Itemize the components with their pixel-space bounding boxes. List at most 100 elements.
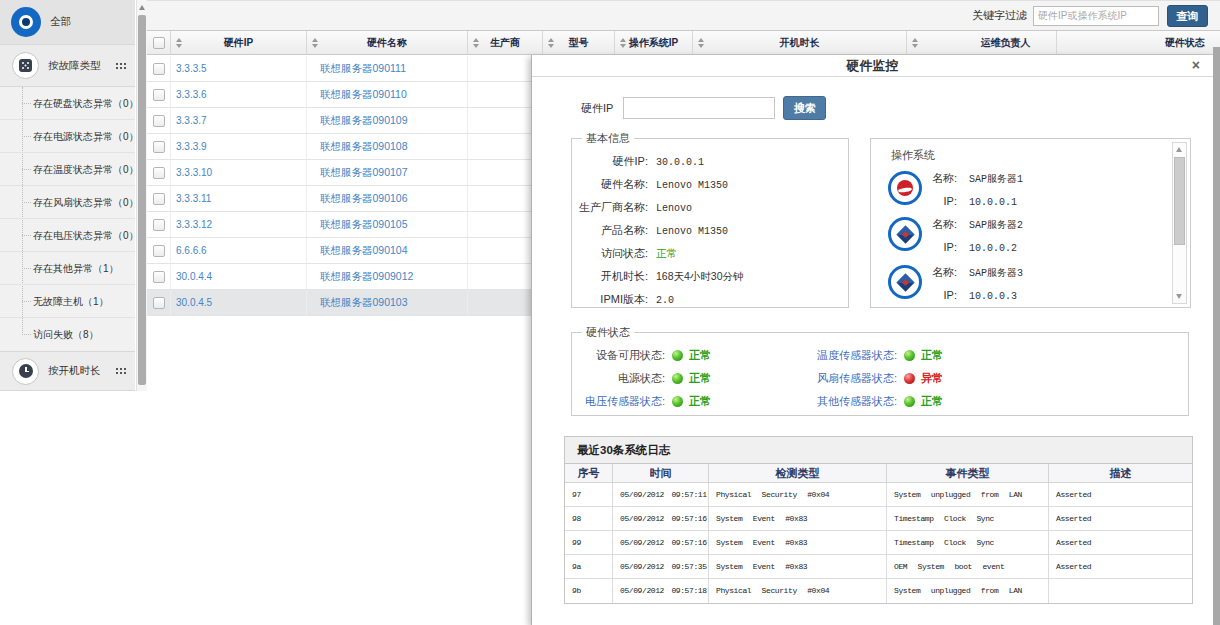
- sidebar-fault-item[interactable]: 存在其他异常（1）: [0, 252, 135, 285]
- hardware-ip-link[interactable]: 3.3.3.9: [176, 141, 207, 152]
- row-checkbox[interactable]: [147, 290, 171, 315]
- sidebar-item-label: 按开机时长: [48, 364, 101, 378]
- scroll-down-icon[interactable]: [1176, 294, 1182, 299]
- os-name-value: SAP服务器2: [969, 220, 1023, 231]
- hardware-name-link[interactable]: 联想服务器090104: [320, 244, 408, 258]
- sort-icon[interactable]: [548, 38, 555, 48]
- hardware-ip-link[interactable]: 3.3.3.6: [176, 89, 207, 100]
- os-name-value: SAP服务器3: [969, 268, 1023, 279]
- column-header-hardware-name[interactable]: 硬件名称: [307, 31, 468, 54]
- hardware-name-link[interactable]: 联想服务器090110: [320, 88, 407, 102]
- sidebar-fault-item[interactable]: 存在风扇状态异常（0）: [0, 186, 135, 219]
- sidebar-fault-item[interactable]: 存在硬盘状态异常（0）: [0, 87, 135, 120]
- hardware-ip-link[interactable]: 3.3.3.7: [176, 115, 207, 126]
- os-ip-value: 10.0.0.1: [969, 197, 1017, 208]
- row-checkbox[interactable]: [147, 56, 171, 81]
- column-header-model[interactable]: 型号: [543, 31, 615, 54]
- query-button[interactable]: 查询: [1167, 5, 1208, 27]
- scroll-up-icon[interactable]: [1176, 147, 1182, 152]
- search-button[interactable]: 搜索: [783, 96, 826, 120]
- hardware-ip-link[interactable]: 30.0.4.4: [176, 271, 212, 282]
- temperature-sensor-status: 温度传感器状态: 正常: [804, 344, 1036, 367]
- filter-input[interactable]: [1033, 6, 1159, 26]
- sidebar-scrollbar-thumb[interactable]: [138, 15, 146, 385]
- row-checkbox[interactable]: [147, 160, 171, 185]
- hardware-ip-label: 硬件IP: [581, 101, 613, 116]
- hardware-ip-link[interactable]: 3.3.3.5: [176, 63, 207, 74]
- status-dot-icon: [904, 396, 915, 407]
- column-header-ops-owner[interactable]: 运维负责人: [907, 31, 1057, 54]
- status-dot-icon: [672, 396, 683, 407]
- hardware-ip-link[interactable]: 30.0.4.5: [176, 297, 212, 308]
- sort-icon[interactable]: [176, 38, 183, 48]
- log-row: 99 05/09/2012 09:57:16 System Event #0x8…: [565, 531, 1192, 555]
- row-checkbox[interactable]: [147, 82, 171, 107]
- status-dot-icon: [672, 373, 683, 384]
- hardware-ip-link[interactable]: 6.6.6.6: [176, 245, 207, 256]
- hardware-status-fieldset: 硬件状态 设备可用状态: 正常 温度传感器状态: 正常 电源状态: 正常: [571, 332, 1189, 416]
- hardware-name-link[interactable]: 联想服务器090111: [320, 62, 406, 76]
- row-checkbox[interactable]: [147, 238, 171, 263]
- row-checkbox[interactable]: [147, 186, 171, 211]
- sort-icon[interactable]: [620, 38, 627, 48]
- sidebar-item-all[interactable]: 全部: [0, 0, 135, 45]
- os-panel-scrollbar[interactable]: [1172, 142, 1187, 304]
- sidebar-item-label: 全部: [50, 15, 71, 29]
- sort-icon[interactable]: [698, 38, 705, 48]
- column-header-uptime[interactable]: 开机时长: [693, 31, 907, 54]
- os-scrollbar-thumb[interactable]: [1174, 157, 1185, 245]
- menu-dots-icon[interactable]: [116, 367, 127, 375]
- select-all-checkbox[interactable]: [147, 31, 171, 54]
- sidebar-fault-item[interactable]: 访问失败（8）: [0, 318, 135, 351]
- sidebar-fault-item[interactable]: 无故障主机（1）: [0, 285, 135, 318]
- status-dot-icon: [904, 373, 915, 384]
- hardware-ip-link[interactable]: 3.3.3.11: [176, 193, 211, 204]
- row-checkbox[interactable]: [147, 134, 171, 159]
- scroll-up-icon[interactable]: [139, 5, 145, 10]
- close-icon[interactable]: ×: [1192, 57, 1200, 73]
- column-header-hardware-status[interactable]: 硬件状态: [1057, 31, 1220, 54]
- hardware-name-link[interactable]: 联想服务器090103: [320, 296, 408, 310]
- sort-icon[interactable]: [312, 38, 319, 48]
- hardware-name-link[interactable]: 联想服务器090105: [320, 218, 408, 232]
- column-header-hardware-ip[interactable]: 硬件IP: [171, 31, 307, 54]
- basic-info-legend: 基本信息: [582, 131, 634, 145]
- column-header-os-ip[interactable]: 操作系统IP: [615, 31, 693, 54]
- hardware-monitor-dialog: 硬件监控 × 硬件IP 搜索 基本信息 硬件IP:30.0.0.1 硬件名称:L…: [531, 55, 1213, 625]
- dialog-title: 硬件监控: [532, 55, 1213, 77]
- page-scrollbar[interactable]: [1213, 47, 1220, 625]
- sidebar-fault-item[interactable]: 存在温度状态异常（0）: [0, 153, 135, 186]
- row-checkbox[interactable]: [147, 212, 171, 237]
- hardware-ip-link[interactable]: 3.3.3.12: [176, 219, 212, 230]
- os-entry: 名称:SAP服务器2 IP:10.0.0.2: [871, 211, 1190, 257]
- hardware-name-link[interactable]: 联想服务器090107: [320, 166, 408, 180]
- log-row: 9b 05/09/2012 09:57:18 Physical Security…: [565, 579, 1192, 603]
- hardware-name-link[interactable]: 联想服务器090106: [320, 192, 408, 206]
- sidebar-item-by-uptime[interactable]: 按开机时长: [0, 351, 135, 391]
- column-header-manufacturer[interactable]: 生产商: [468, 31, 543, 54]
- sort-icon[interactable]: [473, 38, 480, 48]
- other-sensor-status: 其他传感器状态: 正常: [804, 390, 1036, 413]
- hardware-name-link[interactable]: 联想服务器090109: [320, 114, 408, 128]
- sidebar-item-label: 按故障类型: [48, 59, 101, 73]
- sidebar-item-by-fault-type[interactable]: 按故障类型: [0, 45, 135, 87]
- hardware-name-link[interactable]: 联想服务器090108: [320, 140, 408, 154]
- sidebar-scrollbar[interactable]: [136, 0, 147, 391]
- uptime-icon: [12, 358, 39, 385]
- hardware-ip-link[interactable]: 3.3.3.10: [176, 167, 212, 178]
- row-checkbox[interactable]: [147, 108, 171, 133]
- menu-dots-icon[interactable]: [116, 62, 127, 70]
- fault-type-icon: [12, 52, 39, 79]
- log-table-body: 97 05/09/2012 09:57:11 Physical Security…: [565, 483, 1192, 603]
- sidebar-fault-item[interactable]: 存在电源状态异常（0）: [0, 120, 135, 153]
- hardware-name-value: Lenovo M1350: [656, 180, 728, 191]
- all-icon: [11, 7, 41, 37]
- fan-sensor-status: 风扇传感器状态: 异常: [804, 367, 1036, 390]
- hardware-ip-input[interactable]: [623, 97, 775, 119]
- hardware-name-link[interactable]: 联想服务器0909012: [320, 270, 413, 284]
- sidebar-fault-item[interactable]: 存在电压状态异常（0）: [0, 219, 135, 252]
- row-checkbox[interactable]: [147, 264, 171, 289]
- sort-icon[interactable]: [912, 38, 919, 48]
- table-header: 硬件IP 硬件名称 生产商 型号 操作系统IP 开机时长 运维负责人 硬件状态: [147, 30, 1220, 55]
- product-name-value: Lenovo M1350: [656, 226, 728, 237]
